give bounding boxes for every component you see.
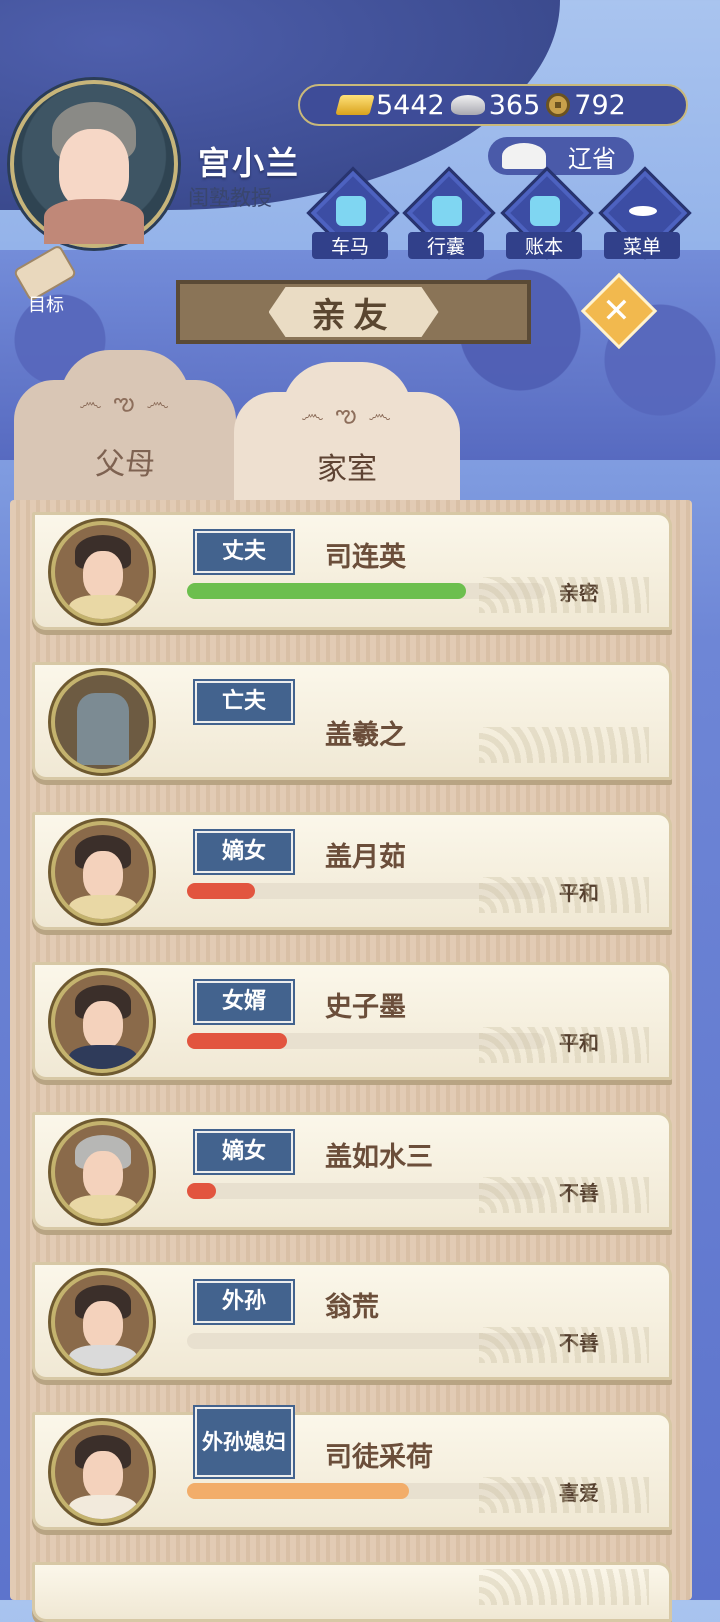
affinity-status: 平和 [559, 1031, 599, 1055]
avatar-robe [44, 199, 144, 244]
avatar-face [59, 129, 129, 209]
affinity-bar [187, 1483, 545, 1499]
affinity-bar [187, 583, 545, 599]
menu-button[interactable]: 菜单 [598, 166, 692, 262]
affinity-bar [187, 1033, 545, 1049]
affinity-status: 平和 [559, 881, 599, 905]
affinity-status: 不善 [559, 1181, 599, 1205]
tombstone-portrait [51, 671, 153, 773]
menu-icon [629, 206, 657, 216]
affinity-bar [187, 1183, 545, 1199]
affinity-fill [187, 883, 256, 899]
relation-tag: 嫡女 [193, 829, 295, 875]
gold-ingot-icon [335, 95, 375, 115]
coin-currency: 792 [546, 90, 626, 121]
relative-portrait [51, 1121, 153, 1223]
relation-tag: 亡夫 [193, 679, 295, 725]
ledger-icon [530, 196, 560, 226]
affinity-fill [187, 1183, 216, 1199]
affinity-status: 不善 [559, 1331, 599, 1355]
relative-card[interactable]: 女婿 史子墨 平和 [32, 962, 672, 1080]
ledger-label: 账本 [506, 232, 582, 259]
close-icon: ✕ [602, 291, 631, 332]
bag-label: 行囊 [408, 232, 484, 259]
relative-card[interactable]: 嫡女 盖月茹 平和 [32, 812, 672, 930]
tombstone-icon [77, 693, 129, 765]
relation-tag: 外孙媳妇 [193, 1405, 295, 1479]
relative-name: 盖如水三 [325, 1142, 433, 1173]
affinity-bar [187, 883, 545, 899]
relative-card[interactable]: 亡夫 盖羲之 [32, 662, 672, 780]
gold-currency: 5442 [335, 89, 445, 121]
relative-card[interactable]: 丈夫 司连英 亲密 [32, 512, 672, 630]
relative-card[interactable]: 外孙媳妇 司徒采荷 喜爱 [32, 1405, 672, 1530]
silver-amount: 365 [488, 89, 541, 121]
menu-label: 菜单 [604, 232, 680, 259]
cloud-ornament-icon: ෴ ఌ ෴ [301, 400, 393, 428]
affinity-fill [187, 1483, 409, 1499]
relative-portrait [51, 521, 153, 623]
relation-tag: 丈夫 [193, 529, 295, 575]
goal-label: 目标 [28, 295, 64, 316]
bag-button[interactable]: 行囊 [402, 166, 496, 262]
affinity-fill [187, 1033, 288, 1049]
relative-name: 盖羲之 [325, 720, 406, 751]
currency-bar: 5442 365 792 [298, 84, 688, 126]
return-icon [502, 143, 546, 169]
carriage-button[interactable]: 车马 [306, 166, 400, 262]
panel-title: 亲友 [268, 287, 439, 337]
tab-family-label: 家室 [317, 452, 377, 487]
relative-portrait [51, 821, 153, 923]
relative-portrait [51, 971, 153, 1073]
return-home-button[interactable]: 辽省 [488, 137, 634, 175]
relation-tag: 女婿 [193, 979, 295, 1025]
silver-currency: 365 [450, 89, 541, 121]
gold-amount: 5442 [376, 89, 445, 121]
bag-icon [432, 196, 462, 226]
relative-card[interactable]: 嫡女 盖如水三 不善 [32, 1112, 672, 1230]
ledger-button[interactable]: 账本 [500, 166, 594, 262]
affinity-status: 喜爱 [559, 1481, 599, 1505]
goal-button[interactable]: 目标 [10, 243, 85, 316]
relative-name: 史子墨 [325, 992, 406, 1023]
relative-portrait [51, 1271, 153, 1373]
affinity-fill [187, 583, 467, 599]
relative-name: 翁荒 [325, 1292, 379, 1323]
carriage-icon [336, 196, 366, 226]
relative-name: 司连英 [325, 542, 406, 573]
player-avatar[interactable] [10, 80, 178, 248]
affinity-bar [187, 1333, 545, 1349]
player-name: 宫小兰 [198, 144, 301, 182]
relative-card[interactable] [32, 1562, 672, 1622]
affinity-status: 亲密 [559, 581, 599, 605]
carriage-label: 车马 [312, 232, 388, 259]
tab-parents[interactable]: ෴ ఌ ෴ 父母 [14, 350, 236, 505]
relation-tag: 外孙 [193, 1279, 295, 1325]
copper-coin-icon [546, 93, 571, 117]
return-label: 辽省 [568, 144, 616, 173]
player-title: 闺塾教授 [188, 186, 272, 210]
relative-name: 盖月茹 [325, 842, 406, 873]
silver-ingot-icon [450, 95, 485, 115]
coin-amount: 792 [574, 89, 626, 121]
tab-family[interactable]: ෴ ఌ ෴ 家室 [234, 362, 460, 510]
cloud-ornament-icon: ෴ ఌ ෴ [79, 388, 171, 416]
relative-card[interactable]: 外孙 翁荒 不善 [32, 1262, 672, 1380]
relative-portrait [51, 1421, 153, 1523]
panel-title-banner: 亲友 [176, 280, 531, 344]
tab-parents-label: 父母 [95, 447, 155, 482]
relation-tag: 嫡女 [193, 1129, 295, 1175]
relative-name: 司徒采荷 [325, 1442, 433, 1473]
